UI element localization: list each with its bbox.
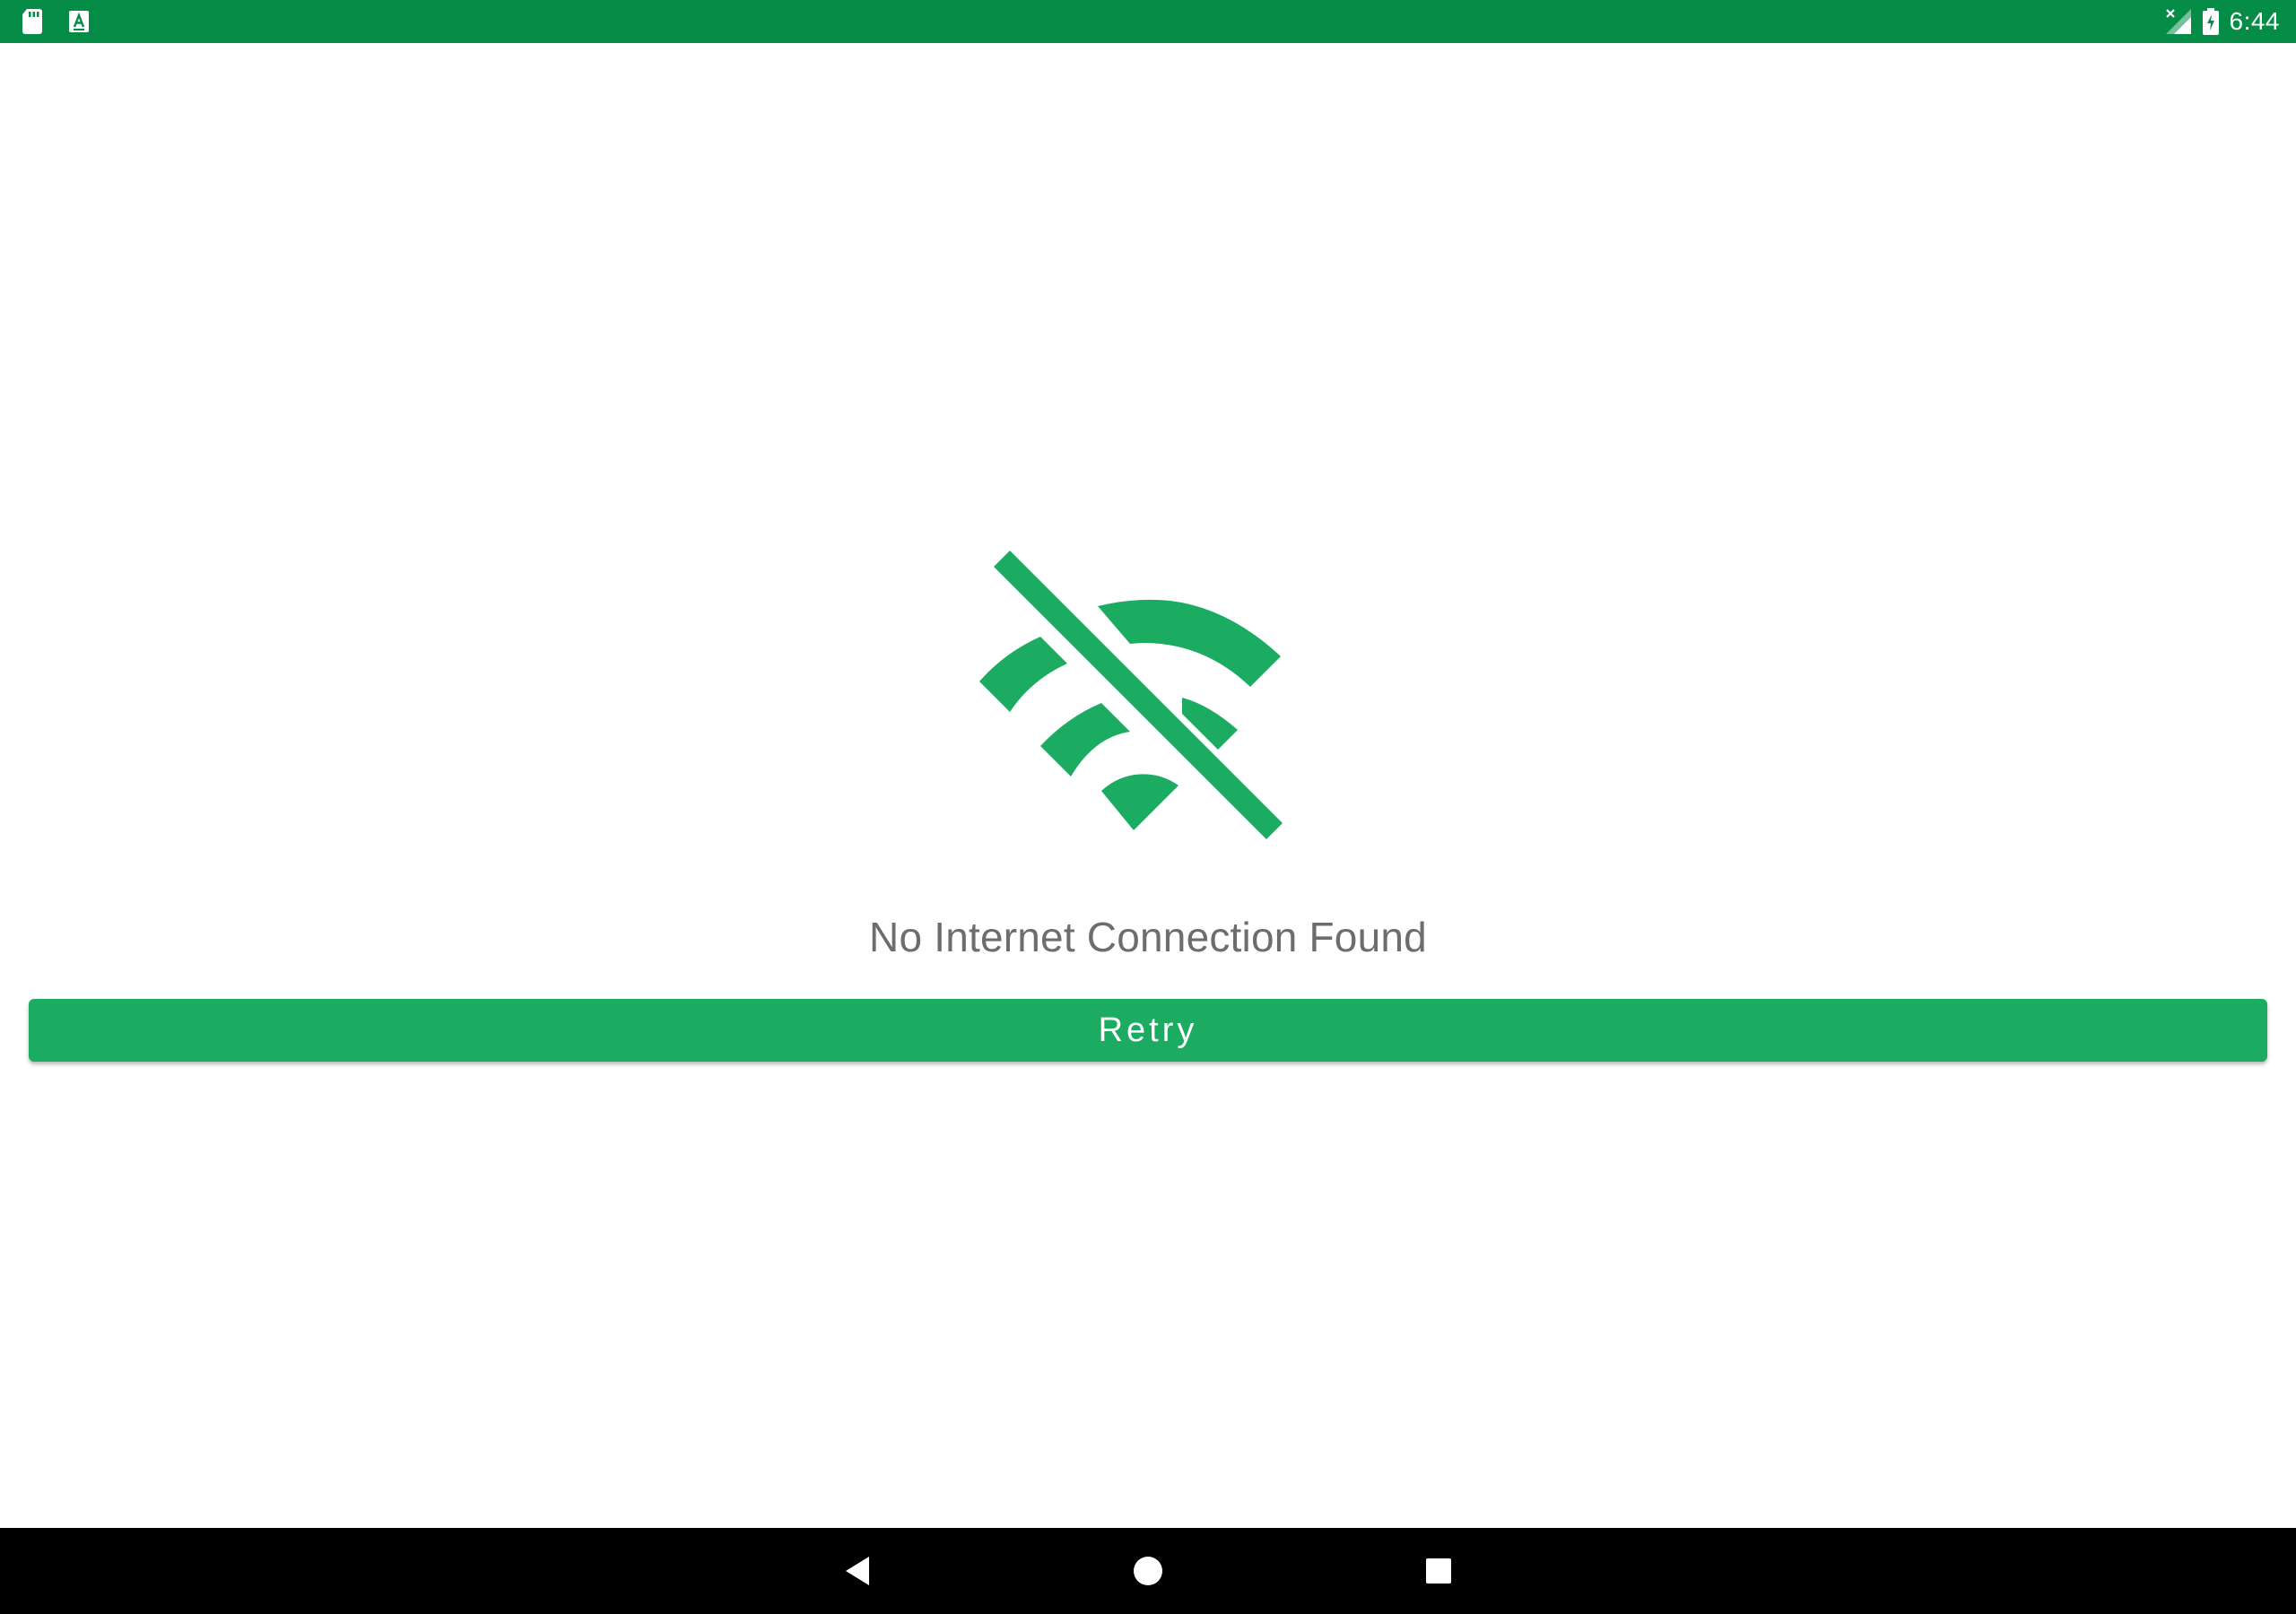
wifi-off-icon	[969, 527, 1327, 868]
navigation-bar	[0, 1528, 2296, 1614]
signal-no-service-icon	[2165, 8, 2192, 35]
app-screen: 6:44 No Internet Connection Found Retry	[0, 0, 2296, 1614]
home-icon[interactable]	[1126, 1549, 1170, 1592]
back-icon[interactable]	[836, 1549, 879, 1592]
battery-charging-icon	[2202, 8, 2219, 35]
sd-card-icon	[22, 8, 43, 35]
status-time: 6:44	[2229, 7, 2280, 35]
status-right-icons: 6:44	[2165, 5, 2281, 38]
status-bar: 6:44	[0, 0, 2296, 43]
main-content: No Internet Connection Found Retry	[0, 43, 2296, 1528]
no-connection-message: No Internet Connection Found	[869, 914, 1427, 960]
recents-icon[interactable]	[1417, 1549, 1460, 1592]
status-left-icons	[22, 7, 90, 36]
keyboard-a-icon	[68, 9, 90, 34]
retry-button[interactable]: Retry	[29, 999, 2267, 1062]
